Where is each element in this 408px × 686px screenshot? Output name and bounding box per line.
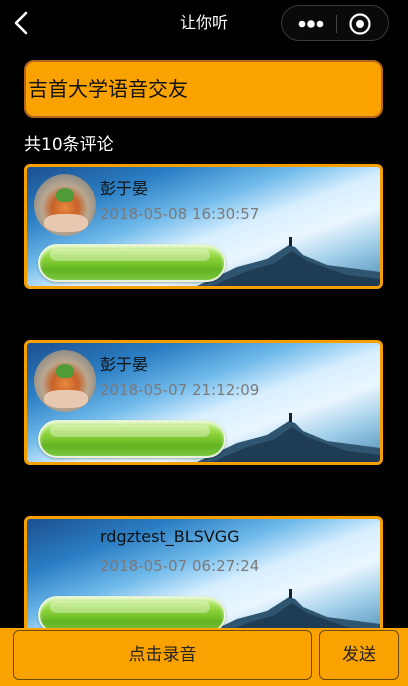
comment-count: 共10条评论 (24, 135, 114, 155)
comment-card: 彭于晏 2018-05-07 21:12:09 (24, 340, 383, 465)
comment-card: 彭于晏 2018-05-08 16:30:57 (24, 164, 383, 289)
comment-username: 彭于晏 (100, 179, 149, 198)
avatar[interactable] (34, 350, 96, 412)
group-title-box: 吉首大学语音交友 (24, 60, 383, 118)
avatar[interactable] (34, 174, 96, 236)
capsule-divider (336, 15, 337, 33)
comment-username: rdgztest_BLSVGG (100, 527, 240, 546)
comment-username: 彭于晏 (100, 355, 149, 374)
more-dots-icon[interactable] (296, 14, 326, 34)
mini-program-capsule (281, 5, 389, 41)
bottom-bar: 点击录音 发送 (0, 628, 408, 686)
send-button[interactable]: 发送 (319, 630, 399, 680)
comment-time: 2018-05-08 16:30:57 (100, 205, 260, 223)
nav-bar: 让你听 (0, 0, 408, 46)
comment-time: 2018-05-07 21:12:09 (100, 381, 260, 399)
voice-play-button[interactable] (38, 420, 226, 458)
close-target-icon[interactable] (348, 12, 372, 36)
comment-card: rdgztest_BLSVGG 2018-05-07 06:27:24 (24, 516, 383, 641)
record-button[interactable]: 点击录音 (13, 630, 312, 680)
voice-play-button[interactable] (38, 244, 226, 282)
comment-time: 2018-05-07 06:27:24 (100, 557, 260, 575)
